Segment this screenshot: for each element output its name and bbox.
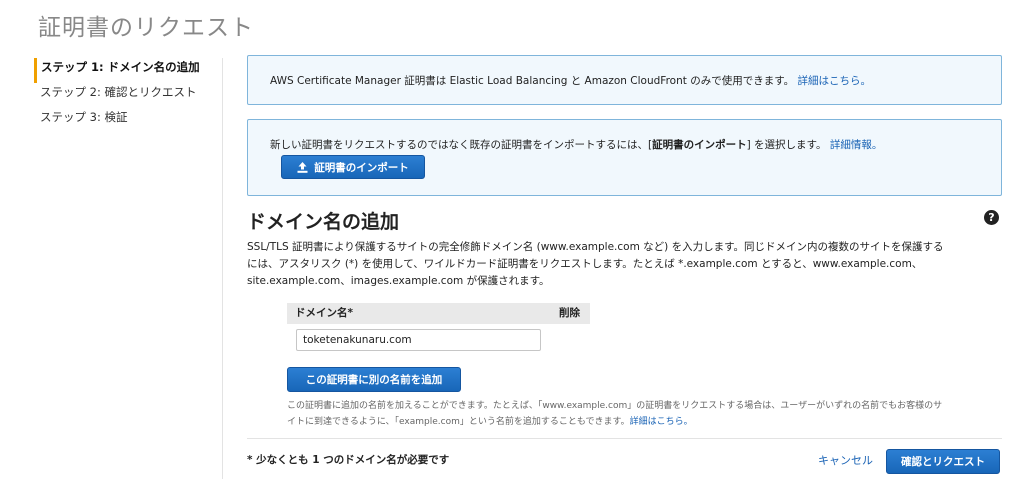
info-box-services: AWS Certificate Manager 証明書は Elastic Loa…: [247, 55, 1002, 105]
table-header: ドメイン名* 削除: [287, 303, 590, 324]
note-line-1: この証明書に追加の名前を加えることができます。たとえば、「www.example…: [287, 401, 943, 411]
column-header-delete: 削除: [559, 307, 580, 319]
domain-table: ドメイン名* 削除: [287, 303, 590, 324]
question-circle-icon[interactable]: ?: [984, 210, 999, 225]
import-info-text: 新しい証明書をリクエストするのではなく既存の証明書をインポートするには、[: [270, 139, 653, 151]
step-2[interactable]: ステップ 2: 確認とリクエスト: [34, 83, 224, 108]
note-line-2: イトに到達できるように、「example.com」という名前を追加することもでき…: [287, 414, 1007, 430]
section-title: ドメイン名の追加: [247, 211, 400, 233]
add-another-name-button[interactable]: この証明書に別の名前を追加: [287, 367, 461, 392]
info-text: AWS Certificate Manager 証明書は Elastic Loa…: [270, 75, 795, 87]
description-line-2: には、アスタリスク (*) を使用して、ワイルドカード証明書をリクエストします。…: [247, 258, 923, 270]
cancel-link[interactable]: キャンセル: [818, 452, 873, 468]
step-1[interactable]: ステップ 1: ドメイン名の追加: [34, 58, 224, 83]
step-3[interactable]: ステップ 3: 検証: [34, 108, 224, 133]
import-info-bold: 証明書のインポート: [652, 139, 747, 151]
domain-name-input[interactable]: [296, 329, 541, 351]
add-name-note: この証明書に追加の名前を加えることができます。たとえば、「www.example…: [287, 398, 1007, 430]
note-line-2-text: イトに到達できるように、「example.com」という名前を追加することもでき…: [287, 417, 630, 427]
description-line-3: site.example.com、images.example.com が保護さ…: [247, 275, 550, 287]
required-note: * 少なくとも 1 つのドメイン名が必要です: [247, 454, 450, 466]
section-description: SSL/TLS 証明書により保護するサイトの完全修飾ドメイン名 (www.exa…: [247, 239, 997, 290]
step-nav: ステップ 1: ドメイン名の追加 ステップ 2: 確認とリクエスト ステップ 3…: [34, 58, 224, 133]
details-link[interactable]: 詳細情報。: [830, 139, 883, 151]
import-certificate-button[interactable]: 証明書のインポート: [281, 155, 425, 179]
page-title: 証明書のリクエスト: [38, 15, 254, 41]
upload-icon: [297, 161, 308, 173]
import-button-label: 証明書のインポート: [314, 161, 409, 174]
learn-more-link[interactable]: 詳細はこちら。: [797, 75, 871, 87]
note-learn-more-link[interactable]: 詳細はこちら。: [630, 417, 693, 427]
review-and-request-button[interactable]: 確認とリクエスト: [886, 449, 1000, 474]
footer-divider: [247, 438, 1002, 439]
import-info-text-after: ] を選択します。: [746, 139, 827, 151]
column-header-domain: ドメイン名*: [295, 307, 353, 319]
sidebar-divider: [222, 58, 223, 479]
description-line-1: SSL/TLS 証明書により保護するサイトの完全修飾ドメイン名 (www.exa…: [247, 241, 944, 253]
